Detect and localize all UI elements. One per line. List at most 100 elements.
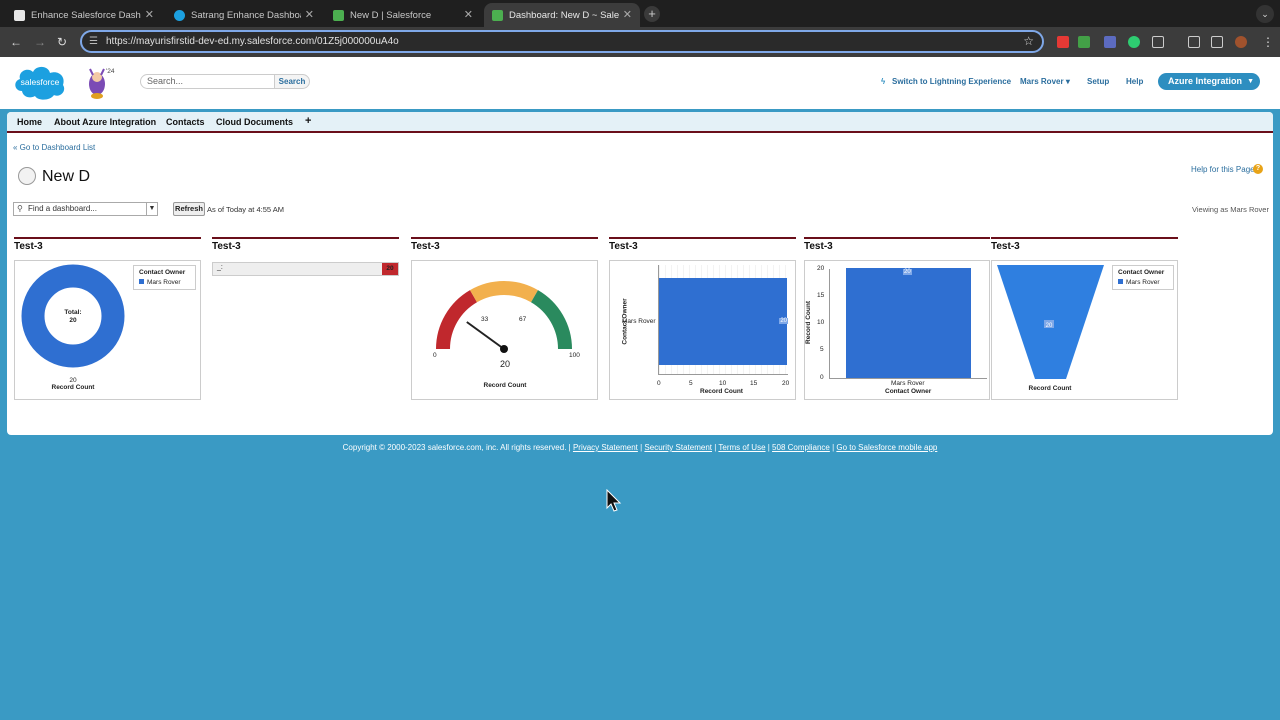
url-text: https://mayurisfirstid-dev-ed.my.salesfo… bbox=[106, 36, 399, 47]
browser-tab[interactable]: Satrang Enhance Dashboard ✕ bbox=[166, 3, 322, 27]
close-tab-icon[interactable]: ✕ bbox=[623, 8, 632, 21]
mascot-badge: '24 bbox=[106, 68, 115, 75]
chevron-down-icon: ▾ bbox=[1065, 77, 1070, 86]
reload-icon[interactable]: ↻ bbox=[57, 35, 67, 49]
component-body[interactable]: 20 Record Count Contact Owner Mars Rover bbox=[991, 260, 1178, 400]
chart-legend: Contact Owner Mars Rover bbox=[133, 265, 196, 290]
x-tick: 20 bbox=[782, 380, 790, 387]
chart-legend: Contact Owner Mars Rover bbox=[1112, 265, 1174, 290]
find-dashboard-placeholder: Find a dashboard... bbox=[28, 204, 97, 213]
component-body[interactable]: Total: 20 20 Record Count Contact Owner … bbox=[14, 260, 201, 400]
bar-value-label: 20 bbox=[903, 269, 912, 275]
component-body[interactable]: 20 20 15 10 5 0 Record Count Mars Rover … bbox=[804, 260, 990, 400]
privacy-statement-link[interactable]: Privacy Statement bbox=[573, 443, 638, 452]
chevron-down-icon[interactable]: ▼ bbox=[146, 203, 157, 215]
y-tick: 5 bbox=[820, 346, 824, 353]
app-menu-label: Azure Integration bbox=[1168, 76, 1243, 86]
mouse-cursor-icon bbox=[606, 489, 622, 512]
bar[interactable] bbox=[659, 278, 787, 365]
forward-arrow-icon[interactable]: → bbox=[34, 35, 46, 49]
lightning-icon: ϟ bbox=[881, 77, 886, 86]
security-statement-link[interactable]: Security Statement bbox=[644, 443, 712, 452]
tab-about-azure-integration[interactable]: About Azure Integration bbox=[54, 117, 156, 127]
browser-tab-active[interactable]: Dashboard: New D ~ Salesfor ✕ bbox=[484, 3, 640, 27]
gauge-chart: 0 100 33 67 20 Record Count bbox=[433, 281, 580, 389]
reading-list-icon[interactable] bbox=[1188, 36, 1200, 48]
refresh-button[interactable]: Refresh bbox=[173, 202, 205, 216]
app-menu-button[interactable]: Azure Integration ▼ bbox=[1158, 73, 1260, 90]
side-panel-icon[interactable] bbox=[1211, 36, 1223, 48]
page-icon bbox=[492, 9, 503, 21]
viewing-as-label: Viewing as Mars Rover bbox=[1192, 205, 1269, 214]
back-arrow-icon[interactable]: ← bbox=[10, 35, 22, 49]
legend-item: Mars Rover bbox=[1118, 279, 1168, 286]
back-to-dashboard-list-link[interactable]: « Go to Dashboard List bbox=[13, 143, 95, 152]
browser-tab[interactable]: New D | Salesforce ✕ bbox=[325, 3, 481, 27]
legend-title: Contact Owner bbox=[1118, 269, 1165, 276]
gauge-hub bbox=[500, 345, 508, 353]
new-tab-button[interactable]: + bbox=[644, 6, 660, 22]
extension-icon[interactable] bbox=[1078, 36, 1090, 48]
help-link[interactable]: Help bbox=[1126, 77, 1143, 86]
browser-tab[interactable]: Enhance Salesforce Dashboa ✕ bbox=[6, 3, 162, 27]
user-menu-label: Mars Rover bbox=[1020, 77, 1064, 86]
x-tick: 10 bbox=[719, 380, 727, 387]
metric-row[interactable]: _: 20 bbox=[212, 262, 399, 276]
terms-of-use-link[interactable]: Terms of Use bbox=[718, 443, 765, 452]
logo-text: salesforce bbox=[21, 77, 60, 87]
kebab-menu-icon[interactable]: ⋮ bbox=[1262, 35, 1274, 49]
main-panel: Home About Azure Integration Contacts Cl… bbox=[7, 112, 1273, 435]
find-dashboard-select[interactable]: ⚲ Find a dashboard... ▼ bbox=[13, 202, 158, 216]
dashboard-icon bbox=[18, 167, 36, 185]
donut-axis-label: Record Count bbox=[52, 384, 96, 391]
donut-value-label: 20 bbox=[69, 377, 77, 384]
salesforce-logo[interactable]: salesforce bbox=[12, 61, 68, 101]
tab-cloud-documents[interactable]: Cloud Documents bbox=[216, 117, 293, 127]
help-icon[interactable]: ? bbox=[1253, 164, 1263, 174]
x-axis-label: Record Count bbox=[700, 388, 743, 395]
close-tab-icon[interactable]: ✕ bbox=[464, 8, 473, 21]
page-title: New D bbox=[42, 168, 91, 185]
mascot-icon: '24 bbox=[89, 68, 115, 99]
puzzle-icon[interactable] bbox=[1152, 36, 1164, 48]
mobile-app-link[interactable]: Go to Salesforce mobile app bbox=[836, 443, 937, 452]
extension-icon[interactable] bbox=[1128, 36, 1140, 48]
tab-home[interactable]: Home bbox=[17, 117, 42, 127]
setup-link[interactable]: Setup bbox=[1087, 77, 1109, 86]
search-button[interactable]: Search bbox=[274, 74, 310, 89]
funnel-value-label: 20 bbox=[1046, 323, 1053, 329]
plot-area: 20 bbox=[658, 265, 788, 375]
y-axis-label: Record Count bbox=[804, 301, 812, 344]
help-for-page-link[interactable]: Help for this Page bbox=[1191, 165, 1255, 174]
close-tab-icon[interactable]: ✕ bbox=[145, 8, 154, 21]
browser-tab-strip: Enhance Salesforce Dashboa ✕ Satrang Enh… bbox=[0, 0, 1280, 27]
total-label: Total: bbox=[64, 309, 81, 316]
search-input[interactable]: Search... bbox=[140, 74, 276, 89]
component-header: Test-3 bbox=[212, 237, 399, 252]
site-info-icon[interactable]: ☰ bbox=[89, 32, 98, 51]
close-tab-icon[interactable]: ✕ bbox=[305, 8, 314, 21]
y-tick: 10 bbox=[817, 319, 825, 326]
url-bar[interactable]: ☰ https://mayurisfirstid-dev-ed.my.sales… bbox=[80, 30, 1044, 53]
add-tab-button[interactable]: + bbox=[305, 115, 311, 127]
user-menu[interactable]: Mars Rover ▾ bbox=[1020, 77, 1070, 86]
component-body[interactable]: 0 100 33 67 20 Record Count bbox=[411, 260, 598, 400]
legend-item: Mars Rover bbox=[139, 279, 190, 286]
profile-avatar[interactable] bbox=[1235, 36, 1247, 48]
app-tab-bar: Home About Azure Integration Contacts Cl… bbox=[7, 112, 1273, 133]
tab-contacts[interactable]: Contacts bbox=[166, 117, 205, 127]
bar[interactable] bbox=[846, 268, 971, 378]
component-body[interactable]: 20 Mars Rover Contact Owner 0 5 10 15 20… bbox=[609, 260, 796, 400]
gauge-value-label: 20 bbox=[500, 359, 510, 369]
total-value: 20 bbox=[69, 317, 77, 324]
gauge-needle bbox=[466, 321, 505, 350]
gauge-break-label: 33 bbox=[481, 316, 489, 323]
extension-icon[interactable] bbox=[1104, 36, 1116, 48]
tab-search-icon[interactable]: ⌄ bbox=[1256, 5, 1274, 23]
address-toolbar: ← → ↻ ☰ https://mayurisfirstid-dev-ed.my… bbox=[0, 27, 1280, 57]
bookmark-star-icon[interactable]: ☆ bbox=[1023, 32, 1034, 51]
switch-lightning-link[interactable]: Switch to Lightning Experience bbox=[892, 77, 1011, 86]
508-compliance-link[interactable]: 508 Compliance bbox=[772, 443, 830, 452]
extension-icon[interactable] bbox=[1057, 36, 1069, 48]
dashboard-component-hbar: Test-3 20 Mars Rover Contact Owner 0 5 1… bbox=[609, 237, 796, 401]
